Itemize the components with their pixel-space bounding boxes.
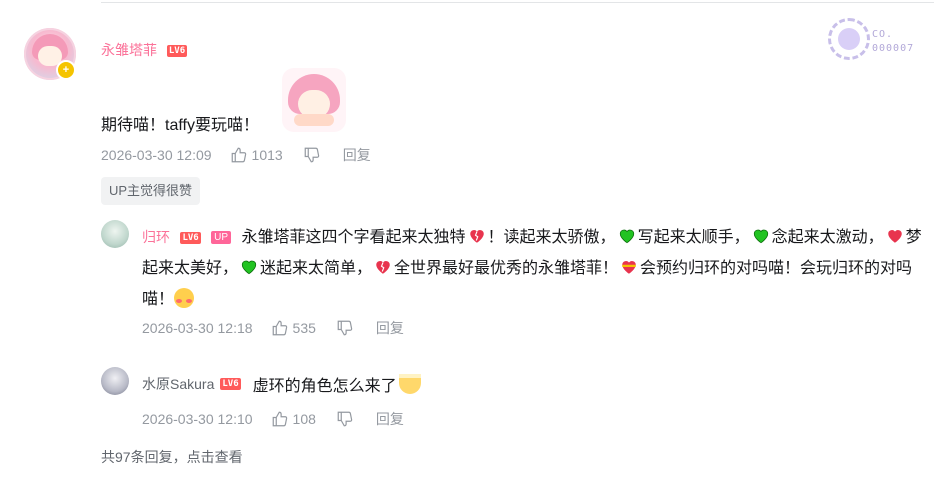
comment-meta: 2026-03-30 12:09 1013 回复: [101, 145, 371, 165]
level-badge: LV6: [220, 378, 241, 390]
like-button[interactable]: 535: [271, 319, 316, 337]
thumbs-up-icon: [272, 320, 287, 336]
reply-text: 虚环的角色怎么来了: [252, 378, 397, 395]
green-heart-icon: [241, 260, 257, 275]
green-heart-icon: [753, 229, 768, 244]
reply-author-name[interactable]: 归环: [142, 229, 170, 245]
reply-item: 归环 LV6 UP 永雏塔菲这四个字看起来太独特 ！读起来太骄傲， 写起来太顺手，念…: [142, 229, 922, 308]
dislike-button[interactable]: [336, 319, 354, 337]
fan-medal-icon[interactable]: [828, 18, 870, 60]
timestamp: 2026-03-30 12:18: [142, 320, 253, 336]
like-count: 108: [292, 411, 316, 427]
like-button[interactable]: 1013: [230, 146, 283, 164]
heart-ribbon-icon: [622, 261, 636, 274]
reply-button[interactable]: 回复: [376, 318, 404, 338]
dislike-button[interactable]: [336, 410, 354, 428]
up-tag: UP: [211, 231, 232, 245]
like-count: 535: [292, 320, 316, 336]
dislike-button[interactable]: [303, 146, 321, 164]
like-button[interactable]: 108: [271, 410, 316, 428]
level-badge: LV6: [166, 45, 188, 58]
up-liked-tag: UP主觉得很赞: [101, 177, 201, 205]
thumbs-down-icon: [337, 320, 353, 336]
like-count: 1013: [251, 147, 283, 163]
reply-avatar[interactable]: [101, 220, 129, 248]
broken-heart-icon: [376, 261, 390, 274]
broken-heart-icon: [469, 230, 484, 243]
reply-button[interactable]: 回复: [376, 409, 404, 429]
reply-author-name[interactable]: 水原Sakura: [142, 374, 214, 394]
timestamp: 2026-03-30 12:10: [142, 411, 253, 427]
thumbs-up-icon: [272, 411, 287, 427]
author-name[interactable]: 永雏塔菲: [101, 42, 157, 58]
comment-author[interactable]: 永雏塔菲 LV6: [101, 40, 188, 60]
reply-meta: 2026-03-30 12:18 535 回复: [142, 318, 404, 338]
reply-text: 永雏塔菲这四个字看起来太独特: [241, 229, 466, 246]
thumbs-down-icon: [304, 147, 319, 163]
plus-badge-icon: +: [56, 60, 76, 80]
comment-text: 期待喵！taffy要玩喵！: [101, 117, 259, 134]
timestamp: 2026-03-30 12:09: [101, 147, 212, 163]
red-heart-icon: [887, 230, 902, 243]
reply-avatar[interactable]: [101, 367, 129, 395]
green-heart-icon: [619, 229, 634, 244]
level-badge: LV6: [180, 231, 201, 244]
thumbs-up-icon: [231, 147, 246, 163]
reply-item: 水原Sakura LV6 虚环的角色怎么来了: [142, 372, 421, 396]
bowl-emoji-icon: [398, 374, 421, 394]
top-divider: [101, 2, 934, 3]
view-all-replies-link[interactable]: 共97条回复，点击查看: [101, 447, 243, 467]
blush-face-icon: [174, 288, 195, 308]
sticker-emote-icon: [282, 68, 346, 132]
fan-medal-number: CO. 000007: [872, 29, 915, 54]
reply-meta: 2026-03-30 12:10 108 回复: [142, 409, 404, 429]
thumbs-down-icon: [337, 411, 353, 427]
reply-button[interactable]: 回复: [343, 145, 371, 165]
